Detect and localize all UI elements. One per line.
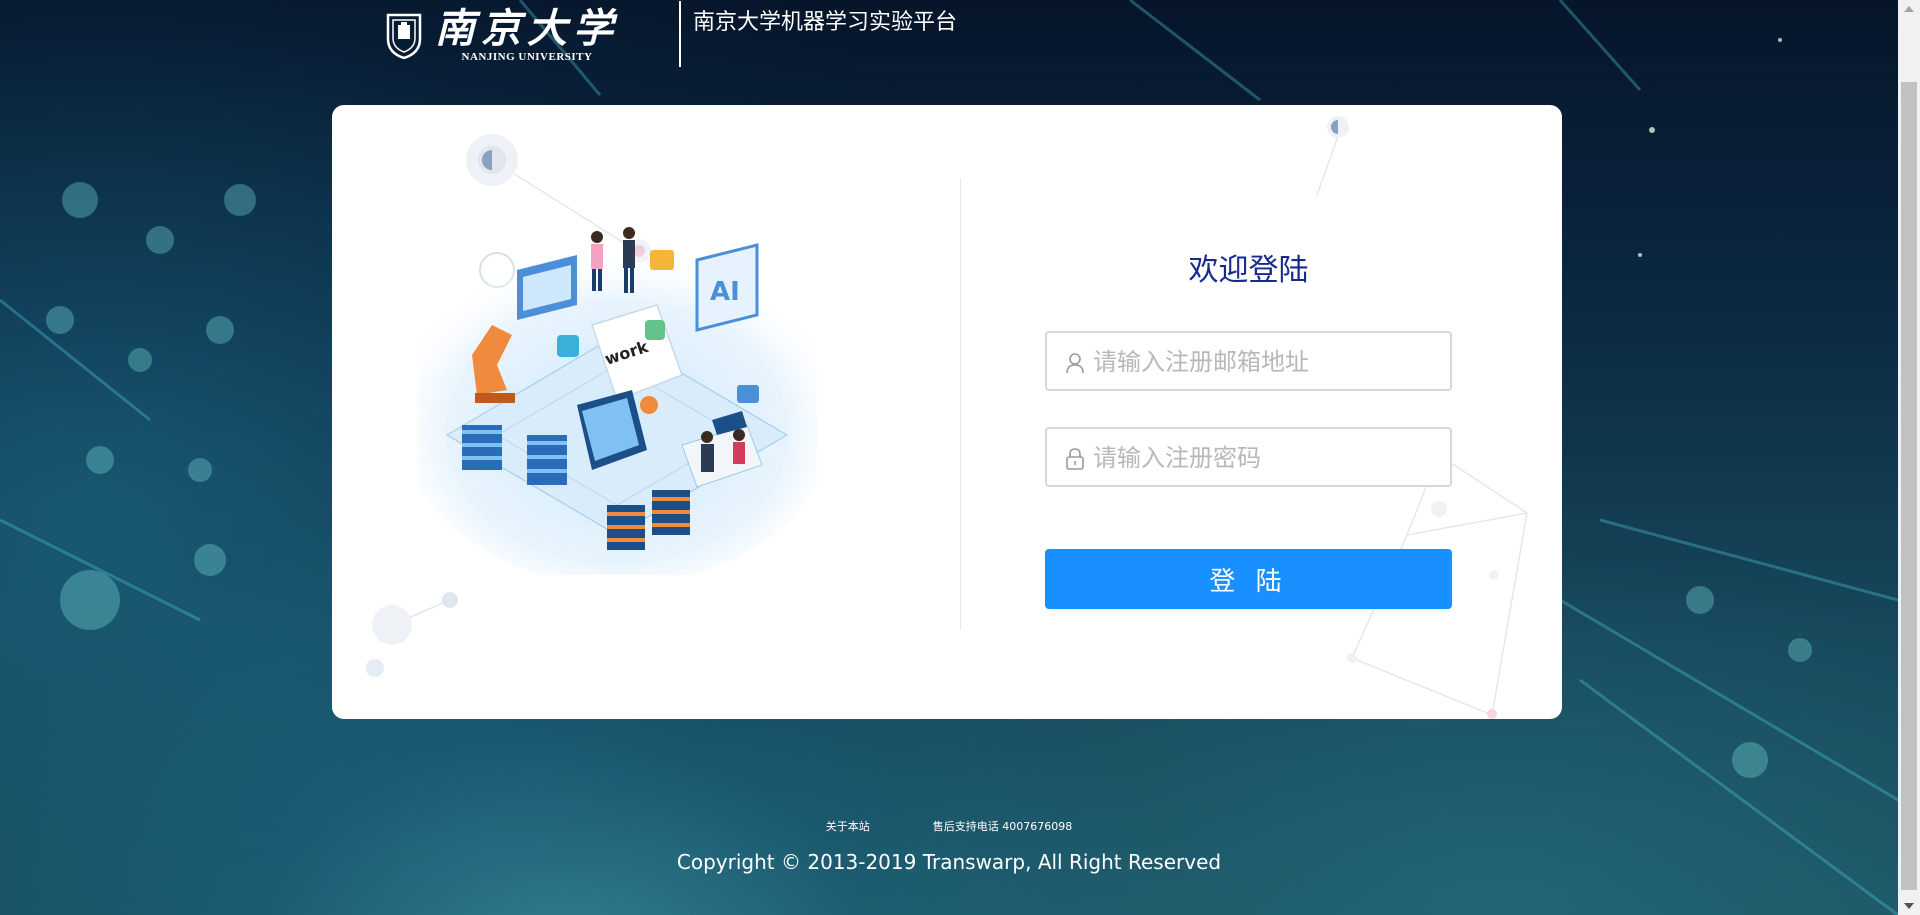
email-input[interactable] — [1091, 333, 1445, 391]
lock-icon — [1066, 448, 1084, 470]
email-field[interactable] — [1045, 331, 1452, 391]
support-phone: 售后支持电话 4007676098 — [932, 820, 1073, 833]
footer-links: 关于本站 售后支持电话 4007676098 — [0, 818, 1898, 834]
site-header: 南京大学 NANJING UNIVERSITY 南京大学机器学习实验平台 — [385, 0, 957, 70]
header-divider — [679, 1, 681, 67]
copyright: Copyright © 2013-2019 Transwarp, All Rig… — [676, 850, 1222, 874]
logo-chinese-name: 南京大学 — [435, 5, 619, 52]
welcome-heading: 欢迎登陆 — [1188, 253, 1309, 288]
page-scrollbar[interactable] — [1898, 0, 1920, 915]
user-icon — [1066, 353, 1084, 374]
scrollbar-thumb[interactable] — [1901, 82, 1917, 890]
work-illustration: AI work — [417, 227, 817, 575]
university-seal-icon — [386, 13, 422, 59]
university-logo[interactable]: 南京大学 NANJING UNIVERSITY — [385, 2, 619, 68]
about-link[interactable]: 关于本站 — [826, 820, 870, 833]
logo-english-name: NANJING UNIVERSITY — [461, 51, 593, 63]
scroll-up-icon[interactable] — [1904, 6, 1914, 12]
platform-title: 南京大学机器学习实验平台 — [693, 10, 958, 35]
ai-board-text: AI — [710, 277, 740, 307]
login-form: 欢迎登陆 登 陆 — [1045, 245, 1452, 609]
password-input[interactable] — [1091, 429, 1445, 487]
card-divider — [960, 178, 961, 630]
scroll-down-icon[interactable] — [1904, 903, 1914, 909]
login-button[interactable]: 登 陆 — [1045, 549, 1452, 609]
login-card: AI work 欢迎登陆 请输入注册邮箱地址 登 陆 — [332, 105, 1562, 719]
password-field[interactable] — [1045, 427, 1452, 487]
